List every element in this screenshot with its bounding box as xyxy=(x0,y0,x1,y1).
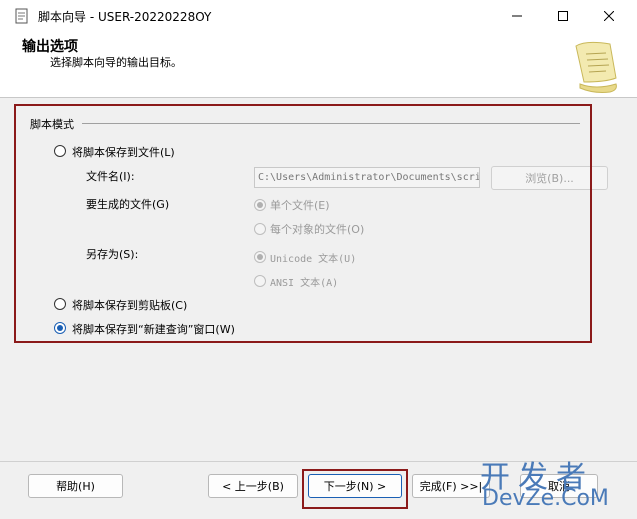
page-title: 输出选项 xyxy=(22,39,78,55)
window-title: 脚本向导 - USER-20220228OY xyxy=(38,10,212,24)
per-object-file-radio[interactable] xyxy=(254,223,266,235)
watermark: 开发者 DevZe.CoM xyxy=(480,452,630,516)
gen-files-label: 要生成的文件(G) xyxy=(86,198,170,211)
script-wizard-window: 脚本向导 - USER-20220228OY 输出选项 选择脚本向导的输出目标。… xyxy=(0,0,637,519)
back-button[interactable]: < 上一步(B) xyxy=(208,474,298,498)
next-button[interactable]: 下一步(N) > xyxy=(308,474,402,498)
title-bar[interactable]: 脚本向导 - USER-20220228OY xyxy=(0,0,637,32)
maximize-button[interactable] xyxy=(540,0,586,32)
save-as-label: 另存为(S): xyxy=(86,248,139,261)
finish-button[interactable]: 完成(F) >>| xyxy=(412,474,490,498)
close-button[interactable] xyxy=(586,0,632,32)
file-name-label: 文件名(I): xyxy=(86,170,135,183)
page-subtitle: 选择脚本向导的输出目标。 xyxy=(50,56,182,69)
scroll-icon xyxy=(575,41,617,93)
save-to-new-query-radio[interactable] xyxy=(54,322,66,334)
save-to-clipboard-label[interactable]: 将脚本保存到剪贴板(C) xyxy=(72,297,187,313)
browse-button[interactable]: 浏览(B)... xyxy=(491,166,608,190)
unicode-label[interactable]: Unicode 文本(U) xyxy=(270,250,356,265)
help-button[interactable]: 帮助(H) xyxy=(28,474,123,498)
single-file-radio[interactable] xyxy=(254,199,266,211)
ansi-label[interactable]: ANSI 文本(A) xyxy=(270,274,338,289)
wizard-header: 输出选项 选择脚本向导的输出目标。 xyxy=(0,32,637,98)
script-app-icon xyxy=(15,8,28,24)
save-to-clipboard-radio[interactable] xyxy=(54,298,66,310)
minimize-icon xyxy=(512,15,522,17)
minimize-button[interactable] xyxy=(494,0,540,32)
file-name-input[interactable]: C:\Users\Administrator\Documents\scri xyxy=(254,167,480,188)
save-to-file-radio[interactable] xyxy=(54,145,66,157)
unicode-radio[interactable] xyxy=(254,251,266,263)
group-divider xyxy=(82,123,580,124)
save-to-file-label[interactable]: 将脚本保存到文件(L) xyxy=(72,144,175,160)
save-to-new-query-label[interactable]: 将脚本保存到“新建查询”窗口(W) xyxy=(72,321,235,337)
watermark-bottom: DevZe.CoM xyxy=(482,486,609,511)
ansi-radio[interactable] xyxy=(254,275,266,287)
single-file-label[interactable]: 单个文件(E) xyxy=(270,197,330,213)
close-icon xyxy=(604,11,614,21)
script-mode-label: 脚本模式 xyxy=(30,118,74,131)
maximize-icon xyxy=(558,11,568,21)
per-object-file-label[interactable]: 每个对象的文件(O) xyxy=(270,221,364,237)
